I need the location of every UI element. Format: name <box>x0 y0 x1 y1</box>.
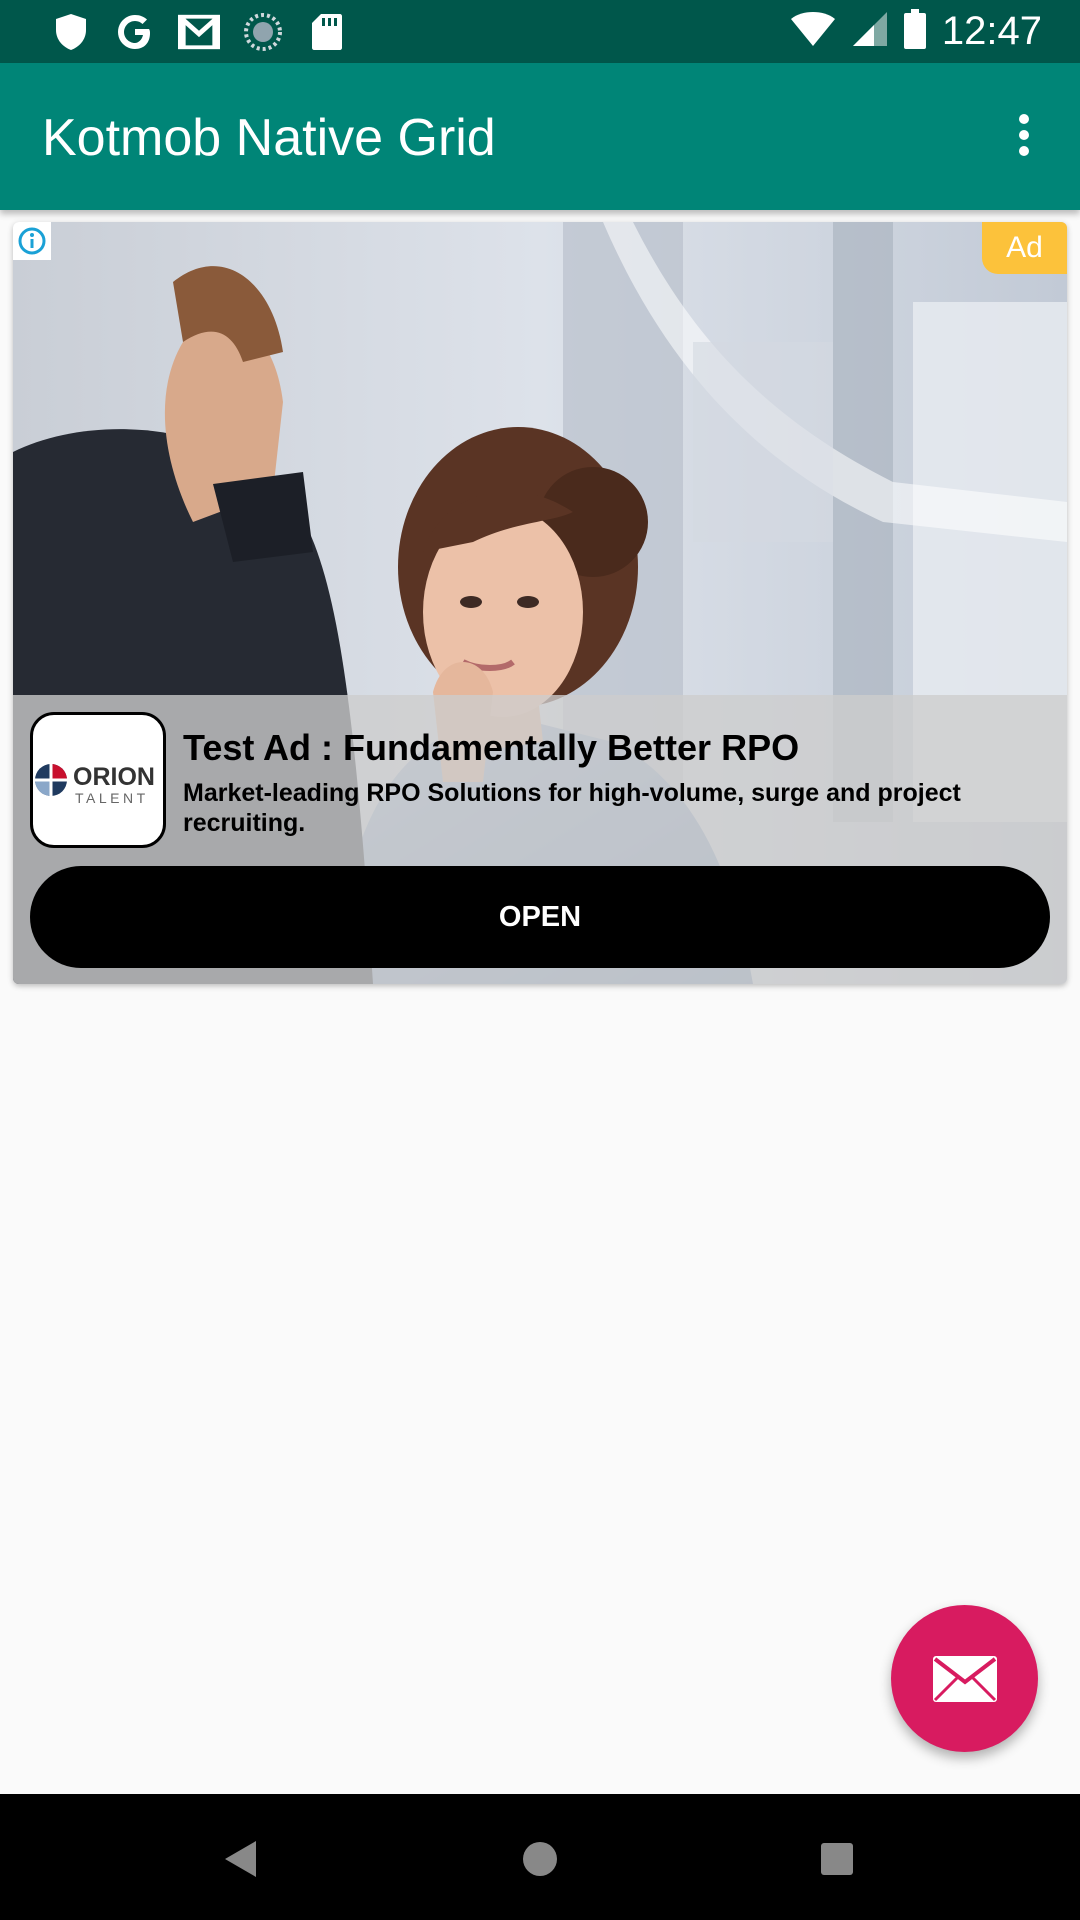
more-vert-icon <box>1019 114 1029 156</box>
google-icon <box>114 11 156 53</box>
system-nav-bar <box>0 1794 1080 1920</box>
recents-icon <box>821 1843 853 1875</box>
sd-card-icon <box>306 11 348 53</box>
app-bar: Kotmob Native Grid <box>0 63 1080 210</box>
sync-icon <box>242 11 284 53</box>
ad-body-text: Market-leading RPO Solutions for high-vo… <box>183 779 961 837</box>
ad-badge: Ad <box>982 222 1067 274</box>
orion-talent-logo: ORION TALENT <box>33 762 155 806</box>
notification-icons <box>50 10 348 53</box>
native-ad-card[interactable]: Ad ORION TALENT Test Ad : Fundamentally … <box>13 222 1067 984</box>
advertiser-logo[interactable]: ORION TALENT <box>30 712 166 848</box>
mail-icon <box>932 1655 997 1702</box>
cell-signal-icon <box>852 11 888 52</box>
status-bar: 12:47 <box>0 0 1080 63</box>
back-icon <box>225 1841 256 1877</box>
home-icon <box>523 1842 557 1876</box>
ad-choices-button[interactable] <box>13 222 51 260</box>
recents-button[interactable] <box>797 1819 877 1899</box>
overflow-menu-button[interactable] <box>992 103 1056 167</box>
home-button[interactable] <box>500 1819 580 1899</box>
info-icon <box>18 227 46 255</box>
gmail-icon <box>178 11 220 53</box>
svg-text:ORION: ORION <box>73 763 155 791</box>
svg-text:TALENT: TALENT <box>75 790 149 806</box>
ad-headline[interactable]: Test Ad : Fundamentally Better RPO <box>183 727 799 769</box>
shield-icon <box>50 11 92 53</box>
mail-fab-button[interactable] <box>891 1605 1038 1752</box>
clock: 12:47 <box>941 8 1042 53</box>
battery-icon <box>903 8 926 54</box>
wifi-icon <box>790 11 836 52</box>
app-title: Kotmob Native Grid <box>42 109 496 167</box>
system-icons: 12:47 <box>790 8 1042 54</box>
ad-open-button[interactable]: OPEN <box>30 866 1050 968</box>
back-button[interactable] <box>200 1819 280 1899</box>
